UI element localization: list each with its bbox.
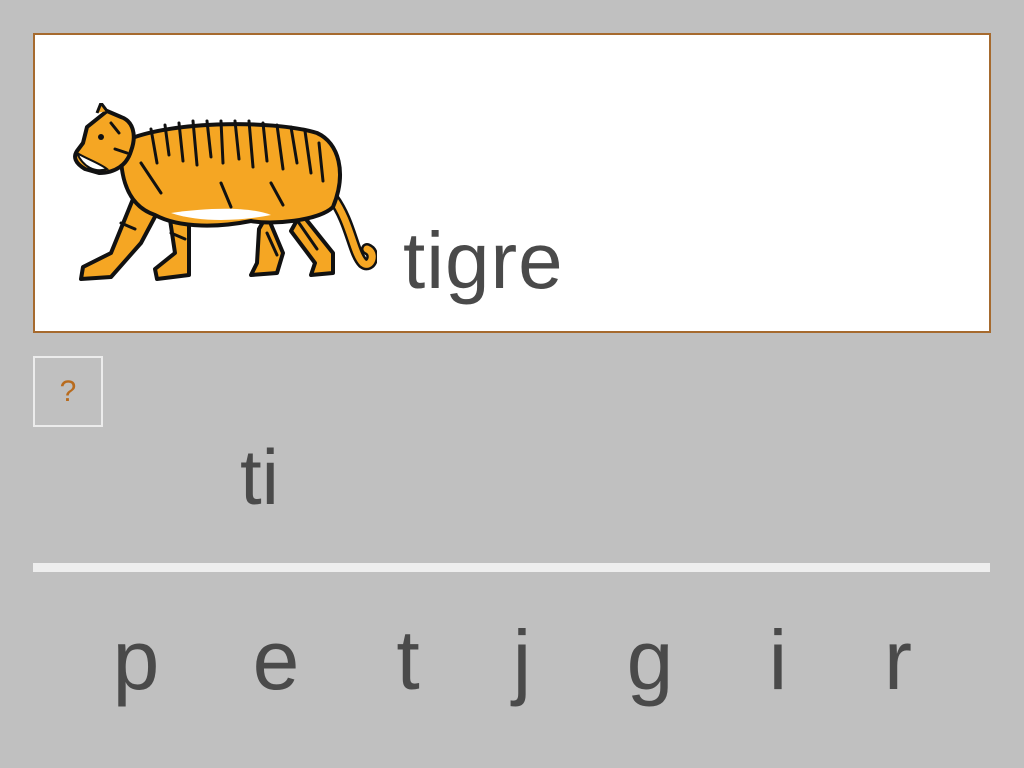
letter-tile[interactable]: j: [482, 618, 562, 702]
letter-tile[interactable]: i: [738, 618, 818, 702]
tiger-icon: [73, 103, 377, 281]
answer-input: ti: [240, 433, 279, 521]
letter-choices: p e t j g i r: [0, 618, 1024, 728]
letter-tile[interactable]: r: [858, 618, 938, 702]
letter-tile[interactable]: e: [236, 618, 316, 702]
letter-tile[interactable]: p: [96, 618, 176, 702]
target-word: tigre: [403, 216, 564, 305]
hint-button-label: ?: [59, 374, 77, 408]
hint-button[interactable]: ?: [33, 356, 103, 427]
letter-tile[interactable]: t: [368, 618, 448, 702]
word-card: tigre: [33, 33, 991, 333]
answer-divider: [33, 563, 990, 572]
letter-tile[interactable]: g: [610, 618, 690, 702]
